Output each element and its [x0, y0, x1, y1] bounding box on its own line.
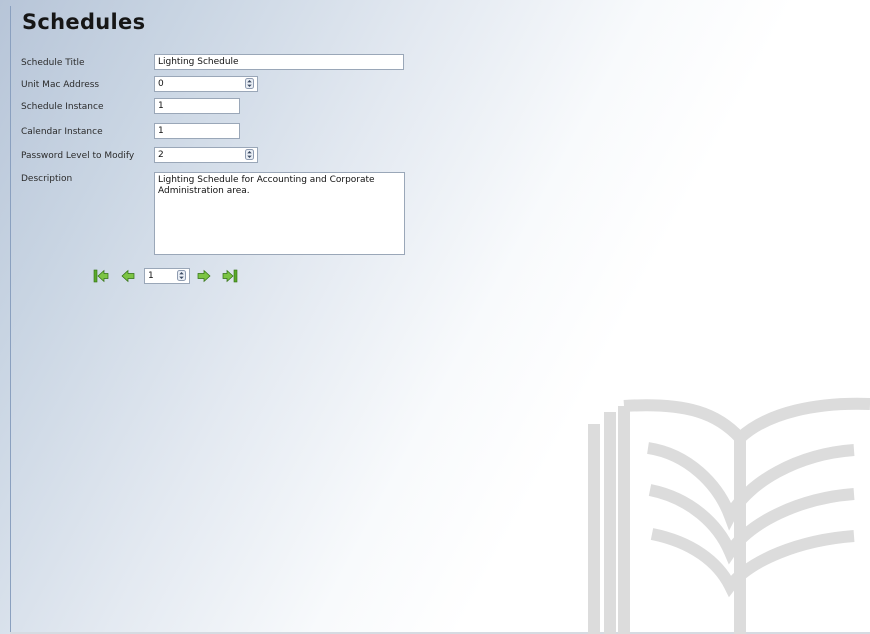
record-number-value: 1 [148, 271, 154, 281]
unit-mac-address-value: 0 [158, 79, 164, 89]
calendar-instance-input[interactable]: 1 [154, 123, 240, 139]
description-textarea[interactable]: Lighting Schedule for Accounting and Cor… [154, 172, 405, 255]
password-level-value: 2 [158, 150, 164, 160]
page-title: Schedules [22, 10, 146, 34]
unit-mac-address-stepper[interactable]: 0 [154, 76, 258, 92]
password-level-spinner-icon[interactable] [245, 149, 254, 160]
first-record-icon[interactable] [93, 268, 109, 284]
next-record-icon[interactable] [196, 268, 212, 284]
schedule-instance-input[interactable]: 1 [154, 98, 240, 114]
unit-mac-address-spinner-icon[interactable] [245, 78, 254, 89]
calendar-instance-label: Calendar Instance [21, 127, 103, 137]
schedules-page: Schedules Schedule Title Lighting Schedu… [0, 0, 870, 634]
schedule-title-input[interactable]: Lighting Schedule [154, 54, 404, 70]
password-level-label: Password Level to Modify [21, 151, 135, 161]
description-label: Description [21, 174, 73, 184]
open-book-watermark-icon [588, 397, 870, 634]
unit-mac-address-label: Unit Mac Address [21, 80, 100, 90]
schedule-title-label: Schedule Title [21, 58, 85, 68]
schedule-instance-label: Schedule Instance [21, 102, 104, 112]
previous-record-icon[interactable] [120, 268, 136, 284]
record-number-spinner-icon[interactable] [177, 270, 186, 281]
password-level-stepper[interactable]: 2 [154, 147, 258, 163]
last-record-icon[interactable] [222, 268, 238, 284]
left-border [10, 6, 11, 634]
